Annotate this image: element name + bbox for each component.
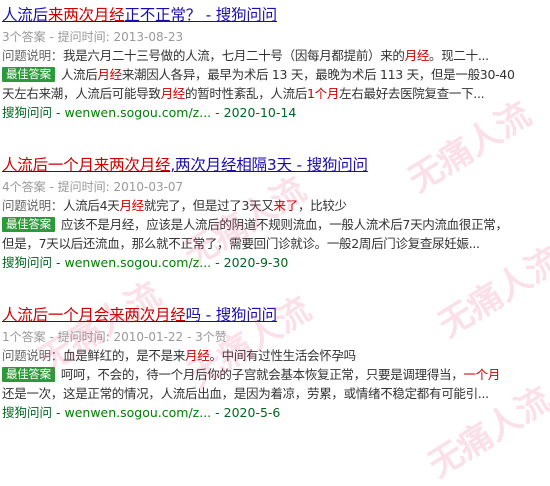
search-result-2: 人流后一个月来两次月经,两次月经相隔3天 - 搜狗问问 4个答案 - 提问时间:… xyxy=(2,155,548,272)
text-segment: 天左右来潮，人流后可能导致 xyxy=(2,86,161,101)
text-segment: 的暂时性紊乱，人流后 xyxy=(185,86,308,101)
result-meta: 3个答案 - 提问时间: 2013-08-23 xyxy=(2,30,184,44)
answer-line-2: 但是，7天以后还流血，那么就不正常了，需要回门诊就诊。一般2周后门诊复查尿妊娠.… xyxy=(2,234,548,253)
result-source[interactable]: 搜狗问问 - wenwen.sogou.com/z... - 2020-10-1… xyxy=(2,104,548,122)
source-date: 2020-5-6 xyxy=(223,405,281,420)
best-answer-badge: 最佳答案 xyxy=(2,67,55,82)
highlighted-keyword: 1个月 xyxy=(307,86,340,101)
text-segment: 呵呵，不会的，待一个月后你的子宫就会基本恢复正常，只要是调理得当， xyxy=(60,367,464,382)
question-label: 问题说明： xyxy=(2,348,64,363)
question-description: 问题说明：我是六月二十三号做的人流，七月二十号（因每月都提前）来的月经。现二十.… xyxy=(2,46,548,65)
text-segment: 。现二十... xyxy=(429,48,489,63)
best-answer-badge: 最佳答案 xyxy=(2,367,55,382)
text-segment: 人流后4天 xyxy=(63,198,120,213)
source-url: wenwen.sogou.com/z... xyxy=(64,405,212,420)
answer-line-1: 最佳答案 人流后月经来潮因人各异，最早为术后 13 天，最晚为术后 113 天，但… xyxy=(2,65,548,84)
text-segment: 人流后 xyxy=(60,67,98,82)
answer-line-2: 还是一次，这是正常的情况，人流后出血，是因为着凉，劳累，或情绪不稳定都有可能引.… xyxy=(2,384,548,403)
text-segment: 应该不是月经，应该是人流后的阴道不规则流血，一般人流术后7天内流血很正常， xyxy=(60,217,508,232)
result-title-link[interactable]: 人流后来两次月经正不正常？ - 搜狗问问 xyxy=(2,5,548,25)
question-label: 问题说明： xyxy=(2,198,64,213)
highlighted-keyword: 月经 xyxy=(160,86,186,101)
text-segment: 人流后 xyxy=(2,6,48,24)
text-segment: 就完了，但是过了3天又 xyxy=(143,198,274,213)
highlighted-keyword: 月经 xyxy=(185,348,210,363)
result-source[interactable]: 搜狗问问 - wenwen.sogou.com/z... - 2020-9-30 xyxy=(2,254,548,272)
question-description: 问题说明：人流后4天月经就完了，但是过了3天又来了，比较少 xyxy=(2,196,548,215)
source-site: 搜狗问问 xyxy=(2,405,53,420)
highlighted-keyword: 一个月 xyxy=(463,367,501,382)
source-date: 2020-9-30 xyxy=(223,255,289,270)
text-segment: 左右最好去医院复查一下... xyxy=(339,86,485,101)
question-text: 人流后4天月经就完了，但是过了3天又来了，比较少 xyxy=(63,198,347,213)
text-segment: 正不正常？ - 搜狗问问 xyxy=(124,6,277,24)
best-answer-badge: 最佳答案 xyxy=(2,217,55,232)
text-segment: 来潮因人各异，最早为术后 13 天，最晚为术后 113 天，但是一般30-40 xyxy=(121,67,515,82)
result-title-link[interactable]: 人流后一个月会来两次月经吗 - 搜狗问问 xyxy=(2,305,548,325)
answer-line-2: 天左右来潮，人流后可能导致月经的暂时性紊乱，人流后1个月左右最好去医院复查一下.… xyxy=(2,84,548,103)
highlighted-keyword: 月经 xyxy=(119,198,144,213)
highlighted-keyword: 人流后一个月来两次月经 xyxy=(2,156,171,174)
text-segment: 我是六月二十三号做的人流，七月二十号（因每月都提前）来的 xyxy=(63,48,405,63)
answer-text: 应该不是月经，应该是人流后的阴道不规则流血，一般人流术后7天内流血很正常， xyxy=(61,217,508,232)
result-title-link[interactable]: 人流后一个月来两次月经,两次月经相隔3天 - 搜狗问问 xyxy=(2,155,548,175)
result-source[interactable]: 搜狗问问 - wenwen.sogou.com/z... - 2020-5-6 xyxy=(2,404,548,422)
highlighted-keyword: 月经 xyxy=(404,48,430,63)
search-result-1: 人流后来两次月经正不正常？ - 搜狗问问 3个答案 - 提问时间: 2013-0… xyxy=(2,5,548,122)
answer-text: 呵呵，不会的，待一个月后你的子宫就会基本恢复正常，只要是调理得当，一个月 xyxy=(60,367,501,382)
answer-line-1: 最佳答案 应该不是月经，应该是人流后的阴道不规则流血，一般人流术后7天内流血很正常… xyxy=(2,215,548,234)
source-url: wenwen.sogou.com/z... xyxy=(64,255,212,270)
text-segment: ,两次月经相隔3天 - 搜狗问问 xyxy=(170,156,368,174)
text-segment: 血是鲜红的，是不是来 xyxy=(63,348,186,363)
source-date: 2020-10-14 xyxy=(223,105,297,120)
question-text: 血是鲜红的，是不是来月经。中间有过性生活会怀孕吗 xyxy=(63,348,356,363)
text-segment: 还是一次，这是正常的情况，人流后出血，是因为着凉，劳累，或情绪不稳定都有可能引.… xyxy=(2,386,489,401)
text-segment: 吗 - 搜狗问问 xyxy=(185,306,278,324)
answer-line-1: 最佳答案 呵呵，不会的，待一个月后你的子宫就会基本恢复正常，只要是调理得当，一个月 xyxy=(2,365,548,384)
source-site: 搜狗问问 xyxy=(2,105,53,120)
result-meta: 1个答案 - 提问时间: 2010-01-22 - 3个赞 xyxy=(2,330,227,344)
source-site: 搜狗问问 xyxy=(2,255,53,270)
highlighted-keyword: 人流后一个月会来两次月经 xyxy=(2,306,186,324)
question-text: 我是六月二十三号做的人流，七月二十号（因每月都提前）来的月经。现二十... xyxy=(63,48,489,63)
result-meta: 4个答案 - 提问时间: 2010-03-07 xyxy=(2,180,184,194)
highlighted-keyword: 来两次月经 xyxy=(47,6,125,24)
answer-text: 人流后月经来潮因人各异，最早为术后 13 天，最晚为术后 113 天，但是一般3… xyxy=(61,67,515,82)
question-label: 问题说明： xyxy=(2,48,64,63)
source-url: wenwen.sogou.com/z... xyxy=(64,105,212,120)
text-segment: 但是，7天以后还流血，那么就不正常了，需要回门诊就诊。一般2周后门诊复查尿妊娠.… xyxy=(2,236,480,251)
search-result-3: 人流后一个月会来两次月经吗 - 搜狗问问 1个答案 - 提问时间: 2010-0… xyxy=(2,305,548,422)
text-segment: ，比较少 xyxy=(297,198,347,213)
text-segment: 。中间有过性生活会怀孕吗 xyxy=(209,348,356,363)
highlighted-keyword: 来了 xyxy=(273,198,299,213)
question-description: 问题说明：血是鲜红的，是不是来月经。中间有过性生活会怀孕吗 xyxy=(2,346,548,365)
highlighted-keyword: 月经 xyxy=(97,67,122,82)
